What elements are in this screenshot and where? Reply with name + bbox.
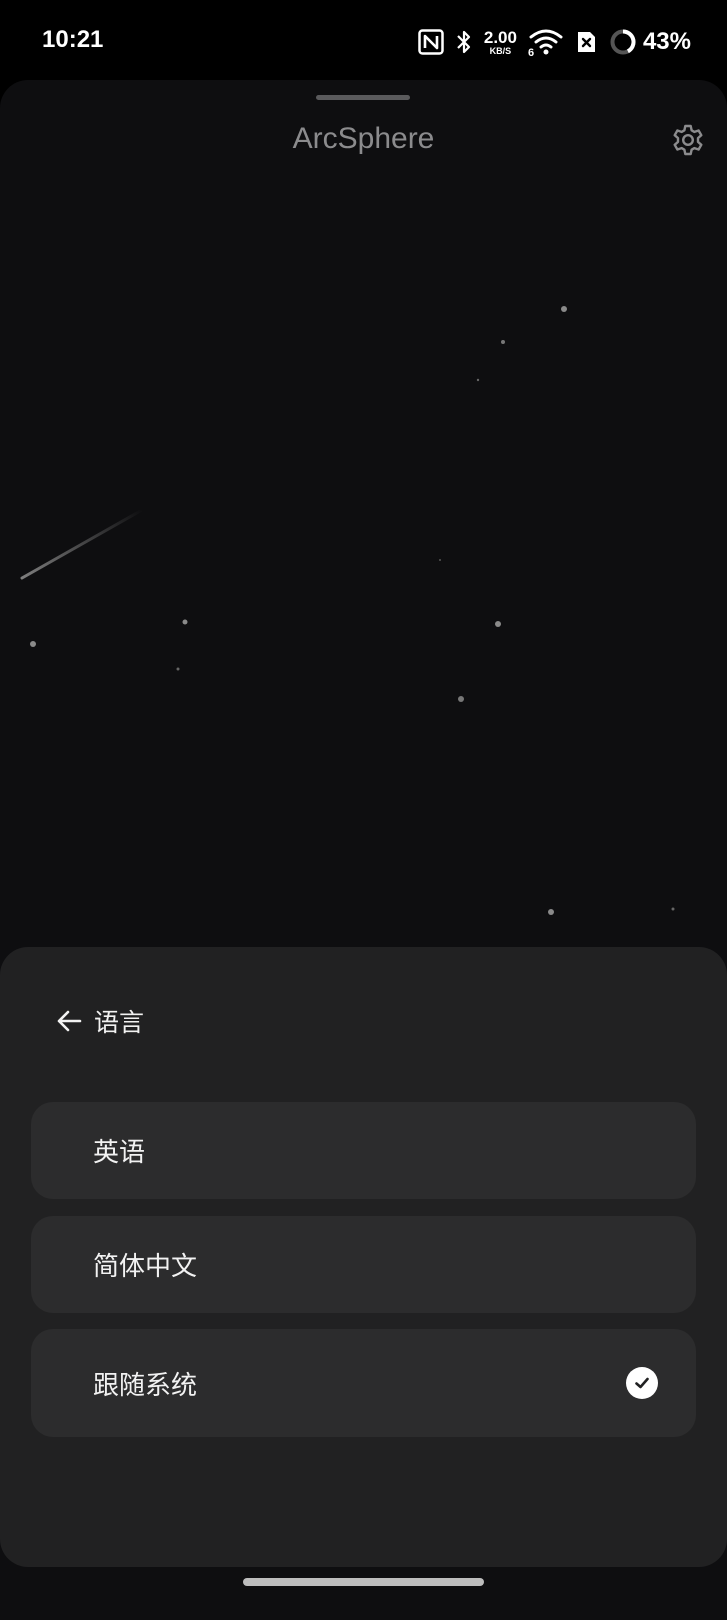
nfc-icon	[418, 29, 444, 55]
option-label: 跟随系统	[93, 1370, 198, 1401]
app-title: ArcSphere	[292, 122, 435, 155]
back-button[interactable]	[52, 1004, 86, 1038]
language-option-english[interactable]: 英语	[31, 1102, 696, 1199]
battery-ring-icon	[609, 28, 637, 56]
check-circle-icon	[626, 1367, 658, 1399]
sim-disabled-icon	[575, 29, 597, 55]
settings-button[interactable]	[668, 120, 708, 160]
sheet-title: 语言	[94, 1008, 145, 1037]
network-speed-unit: KB/S	[489, 45, 512, 56]
drag-handle[interactable]	[316, 95, 410, 100]
language-option-simplified-chinese[interactable]: 简体中文	[31, 1216, 696, 1313]
network-speed: 2.00 KB/S	[484, 29, 517, 56]
gesture-bar[interactable]	[243, 1578, 484, 1586]
status-icons: 2.00 KB/S 6 43%	[418, 24, 691, 60]
sheet-header: 语言	[52, 1001, 144, 1041]
language-sheet: 语言 英语 简体中文 跟随系统	[0, 947, 727, 1567]
status-time: 10:21	[42, 26, 104, 53]
bluetooth-icon	[456, 29, 472, 55]
gear-icon	[671, 123, 705, 157]
battery-percent: 43%	[642, 28, 691, 55]
wifi-generation: 6	[527, 47, 535, 59]
language-option-follow-system[interactable]: 跟随系统	[31, 1329, 696, 1437]
option-label: 英语	[93, 1138, 146, 1168]
arrow-left-icon	[56, 1009, 82, 1033]
starfield-background	[20, 306, 675, 915]
wifi-icon: 6	[527, 28, 563, 59]
network-speed-value: 2.00	[483, 27, 517, 47]
option-label: 简体中文	[93, 1252, 198, 1282]
language-options: 英语 简体中文 跟随系统	[31, 1102, 696, 1437]
status-bar: 10:21 2.00 KB/S 6 43%	[0, 0, 727, 80]
